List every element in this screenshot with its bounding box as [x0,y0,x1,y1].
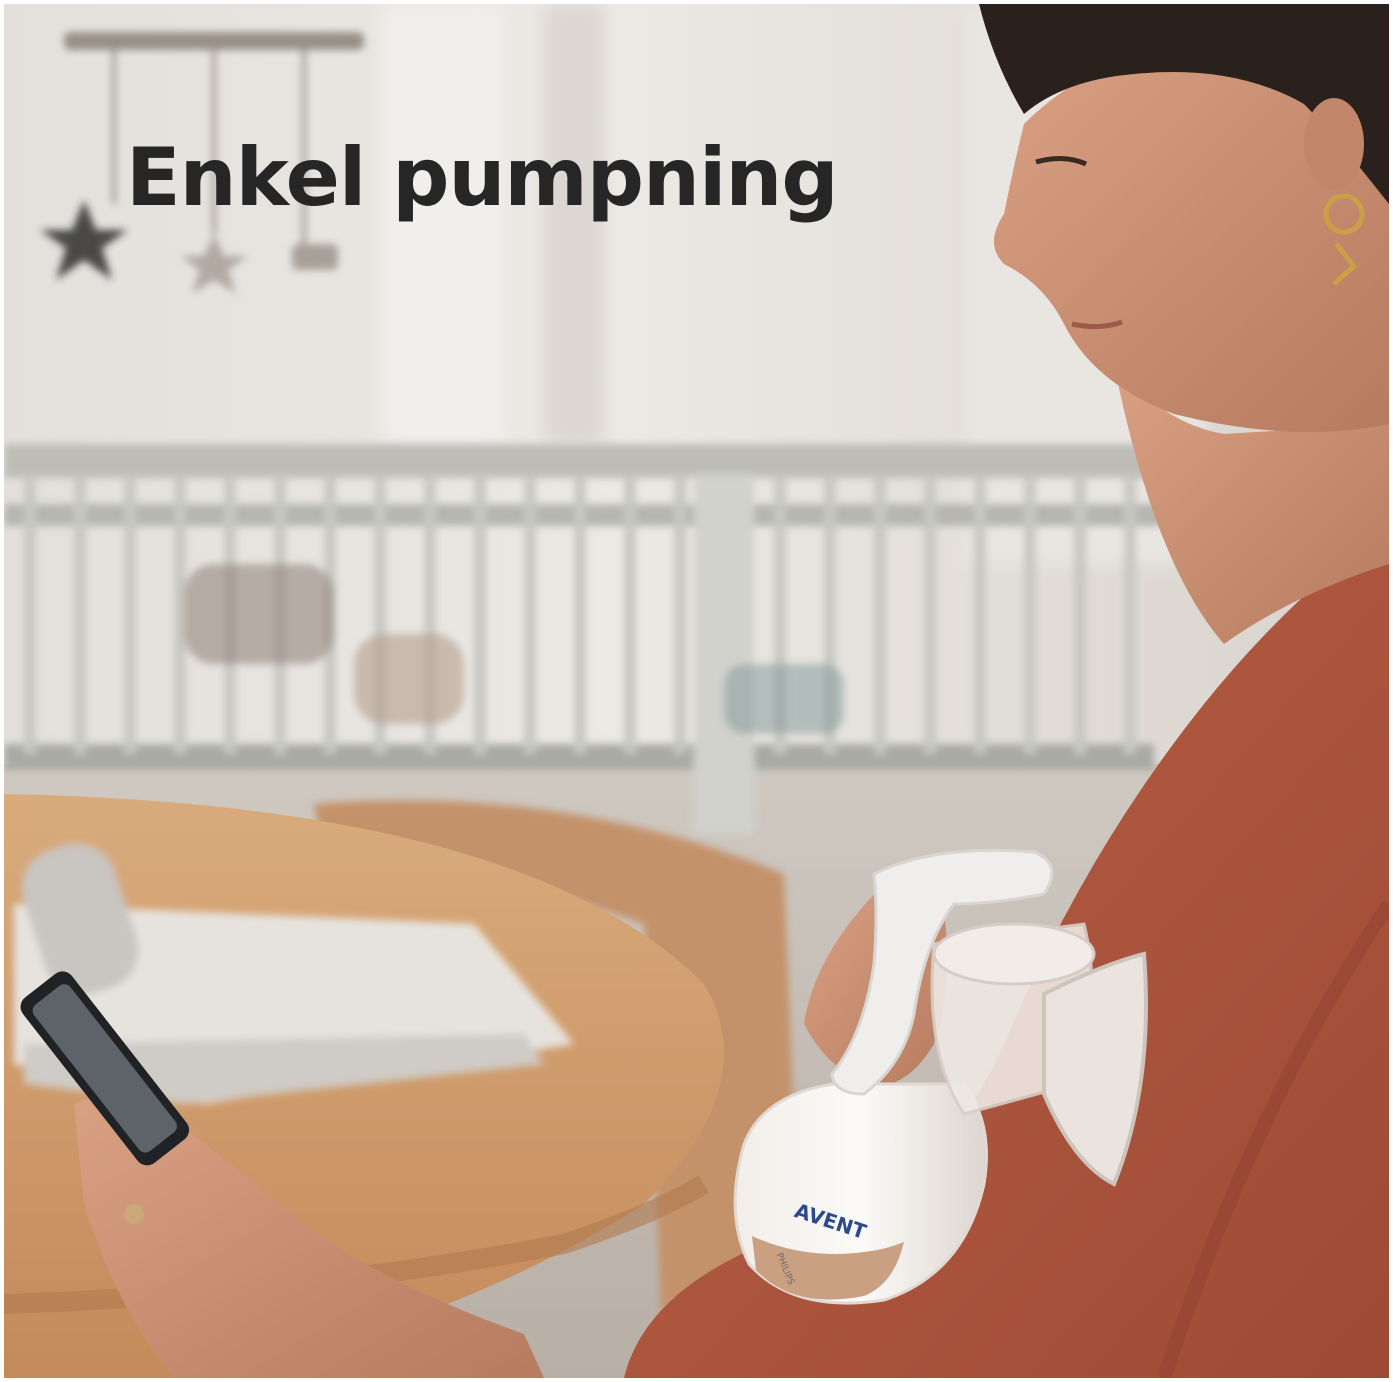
headline: Enkel pumpning [126,131,839,224]
product-image: AVENT PHILIPS Enkel pumpning [4,4,1389,1378]
